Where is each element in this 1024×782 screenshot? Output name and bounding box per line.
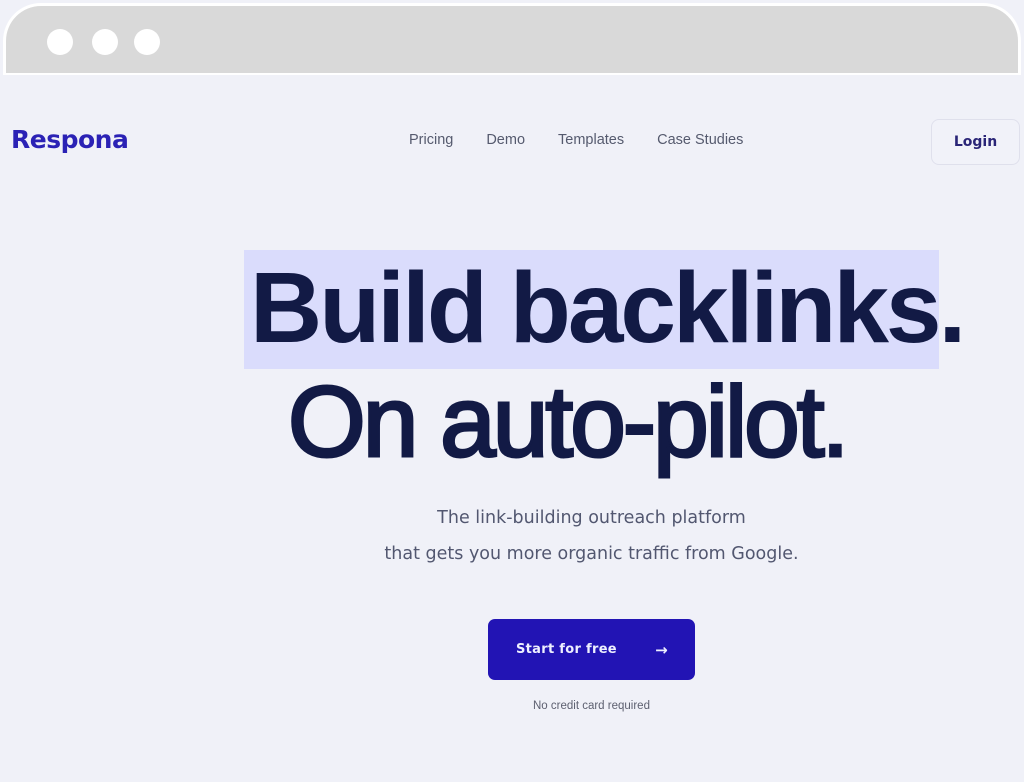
arrow-right-icon: → [655, 640, 668, 659]
window-dot-icon[interactable] [47, 29, 73, 55]
nav-item-pricing[interactable]: Pricing [409, 132, 453, 148]
landing-page: Respona Pricing Demo Templates Case Stud… [0, 77, 1024, 782]
window-dot-icon[interactable] [134, 29, 160, 55]
subtitle-line-2: that gets you more organic traffic from … [384, 544, 799, 564]
nav-item-templates[interactable]: Templates [558, 132, 624, 148]
window-dot-icon[interactable] [92, 29, 118, 55]
main-nav: Pricing Demo Templates Case Studies [409, 132, 743, 148]
nav-item-case-studies[interactable]: Case Studies [657, 132, 743, 148]
headline-line-1: Build backlinks. [250, 252, 966, 364]
subtitle-line-1: The link-building outreach platform [437, 508, 746, 528]
headline-line-2: On auto-pilot. [286, 365, 850, 480]
respona-logo[interactable]: Respona [11, 125, 129, 154]
start-for-free-button[interactable]: Start for free → [488, 619, 695, 680]
browser-chrome [3, 3, 1021, 75]
login-button[interactable]: Login [931, 119, 1020, 165]
cta-label: Start for free [516, 642, 617, 657]
no-credit-card-note: No credit card required [533, 700, 650, 712]
browser-window: Respona Pricing Demo Templates Case Stud… [0, 0, 1024, 782]
nav-item-demo[interactable]: Demo [486, 132, 525, 148]
